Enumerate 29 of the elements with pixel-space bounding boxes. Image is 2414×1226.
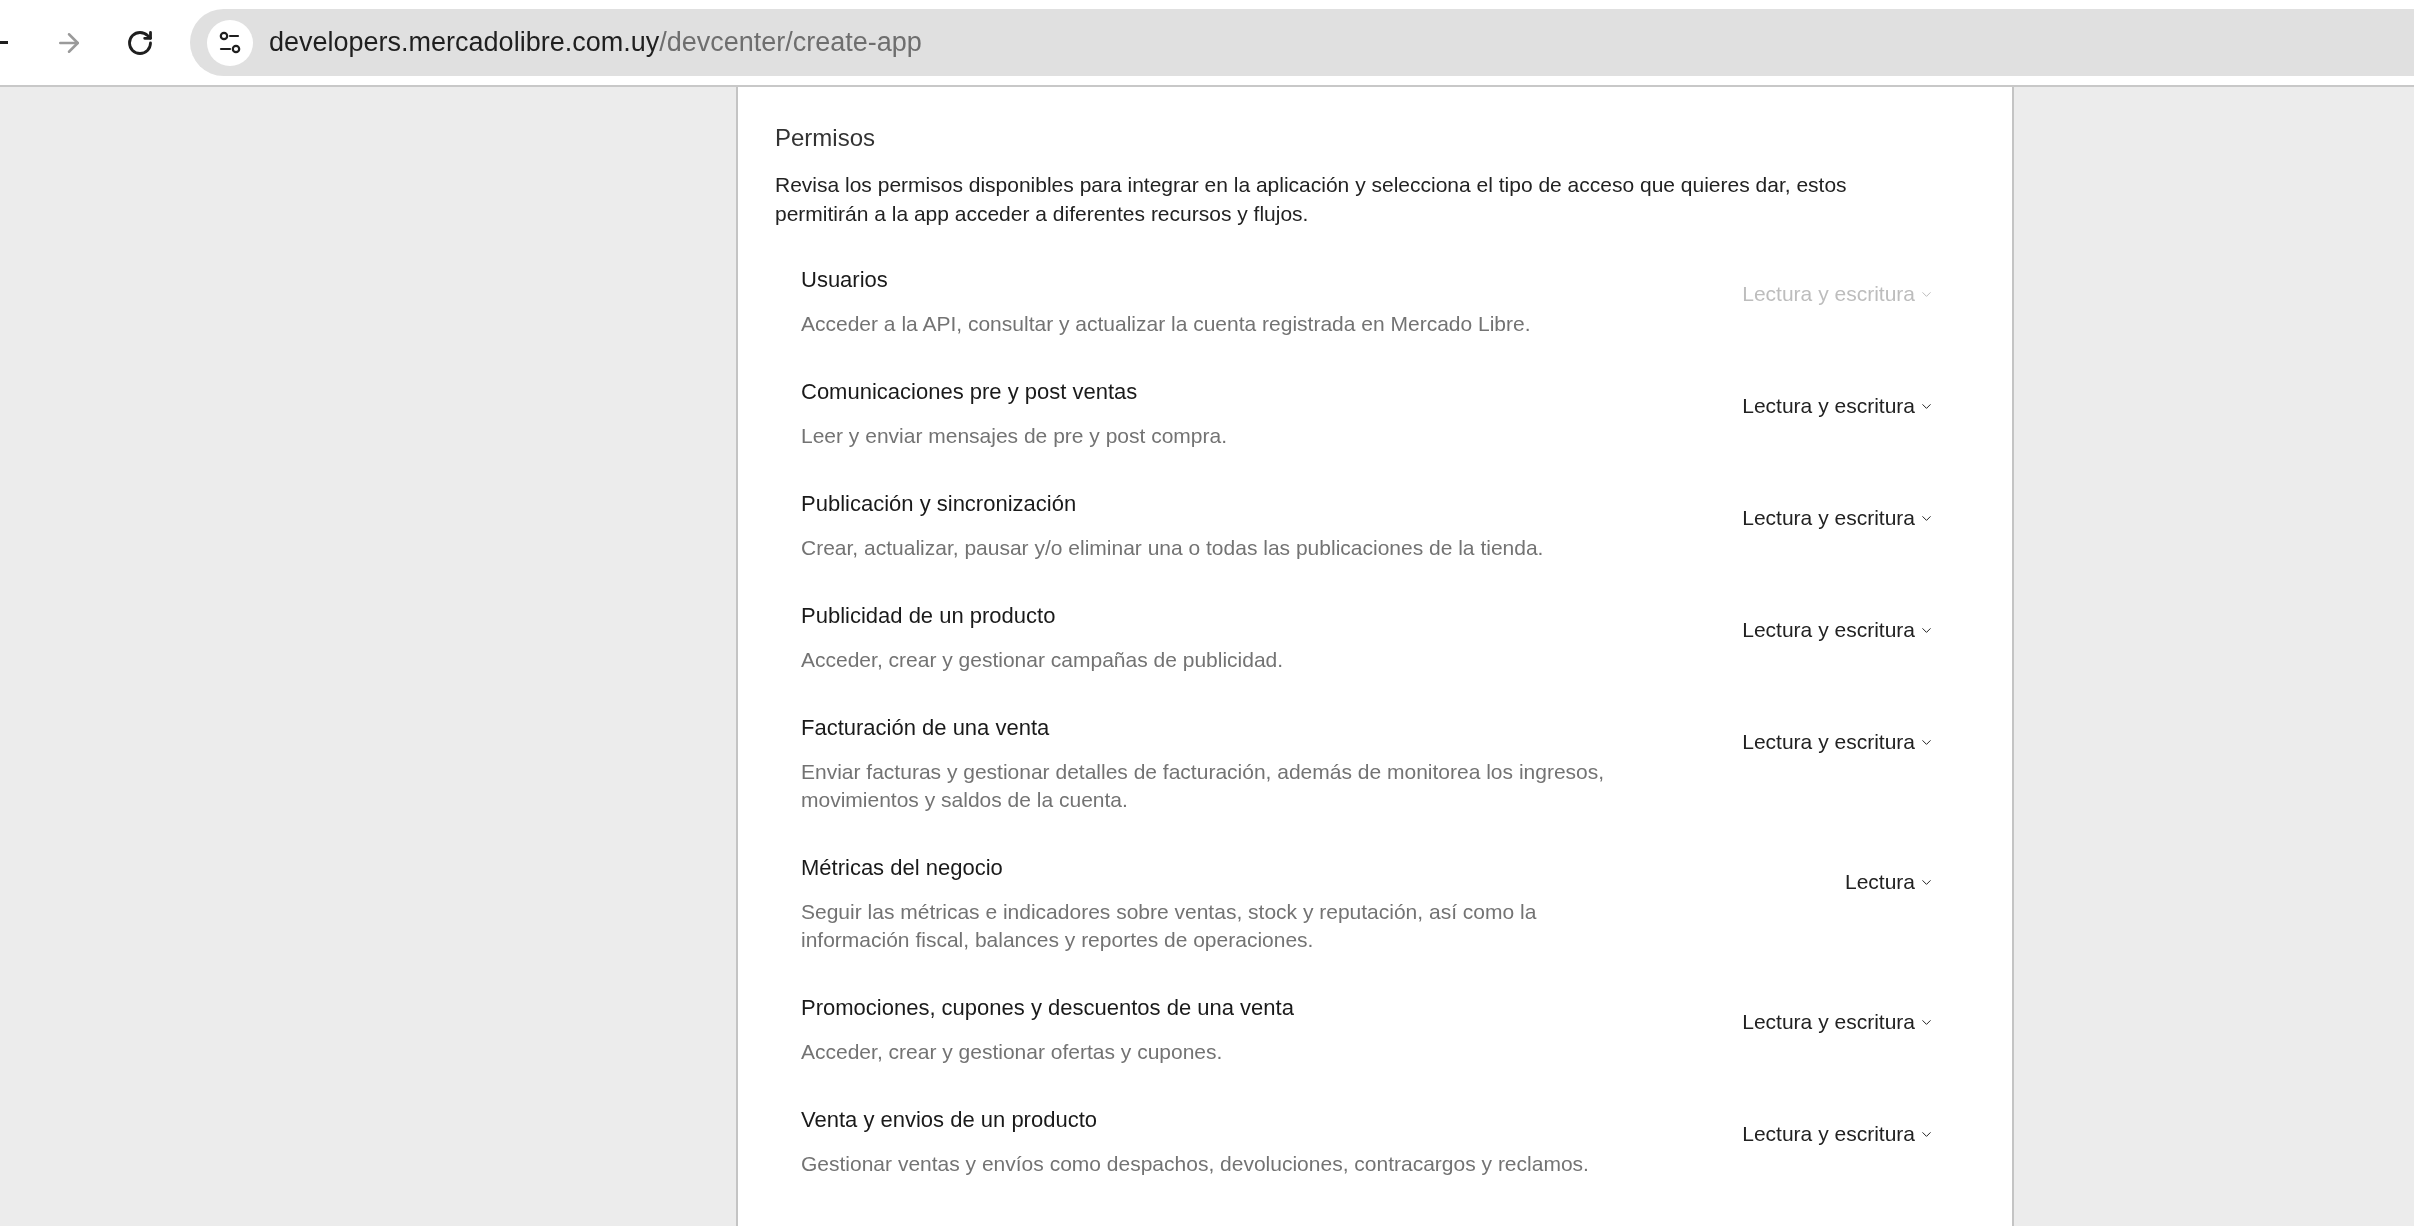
access-dropdown[interactable]: Lectura y escritura <box>1742 504 1934 532</box>
permission-title: Promociones, cupones y descuentos de una venta <box>801 994 1294 1022</box>
access-dropdown[interactable]: Lectura <box>1844 868 1934 896</box>
section-title: Permisos <box>775 123 876 153</box>
permission-description: Acceder a la API, consultar y actualizar la cuenta registrada en Mercado Libre. <box>801 311 1531 337</box>
reload-icon[interactable] <box>126 28 154 57</box>
permission-description: Enviar facturas y gestionar detalles de facturación, además de monitorea los ingresos, movimientos y saldos de la cuenta. <box>801 759 1606 813</box>
permission-description: Acceder, crear y gestionar campañas de publicidad. <box>801 647 1284 673</box>
access-dropdown[interactable]: Lectura y escritura <box>1742 728 1934 756</box>
access-dropdown[interactable]: Lectura y escritura <box>1742 616 1934 644</box>
address-bar[interactable]: developers.mercadolibre.com.uy/devcenter/create-app <box>190 9 2414 76</box>
permission-title: Comunicaciones pre y post ventas <box>801 378 1138 406</box>
permission-description: Leer y enviar mensajes de pre y post compra. <box>801 423 1228 449</box>
permission-title: Métricas del negocio <box>801 854 1003 882</box>
permission-title: Publicidad de un producto <box>801 602 1056 630</box>
permission-description: Gestionar ventas y envíos como despachos, devoluciones, contracargos y reclamos. <box>801 1151 1589 1177</box>
permission-title: Usuarios <box>801 266 888 294</box>
permission-title: Facturación de una venta <box>801 714 1050 742</box>
permission-description: Acceder, crear y gestionar ofertas y cupones. <box>801 1039 1224 1065</box>
permission-description: Seguir las métricas e indicadores sobre ventas, stock y reputación, así como la información fiscal, balances y reportes de operaciones. <box>801 899 1538 953</box>
access-dropdown[interactable]: Lectura y escritura <box>1742 1008 1934 1036</box>
permission-title: Venta y envios de un producto <box>801 1106 1097 1134</box>
access-dropdown[interactable]: Lectura y escritura <box>1742 1120 1934 1148</box>
section-description: Revisa los permisos disponibles para integrar en la aplicación y selecciona el tipo de acceso que quieres dar, estos permitirán a la app acceder a diferentes recursos y flujos. <box>775 172 1848 227</box>
url-text[interactable]: developers.mercadolibre.com.uy/devcenter/create-app <box>269 22 922 63</box>
permission-title: Publicación y sincronización <box>801 490 1077 518</box>
site-settings-icon[interactable] <box>207 19 253 66</box>
access-dropdown[interactable]: Lectura y escritura <box>1742 392 1934 420</box>
permission-description: Crear, actualizar, pausar y/o eliminar una o todas las publicaciones de la tienda. <box>801 535 1544 561</box>
